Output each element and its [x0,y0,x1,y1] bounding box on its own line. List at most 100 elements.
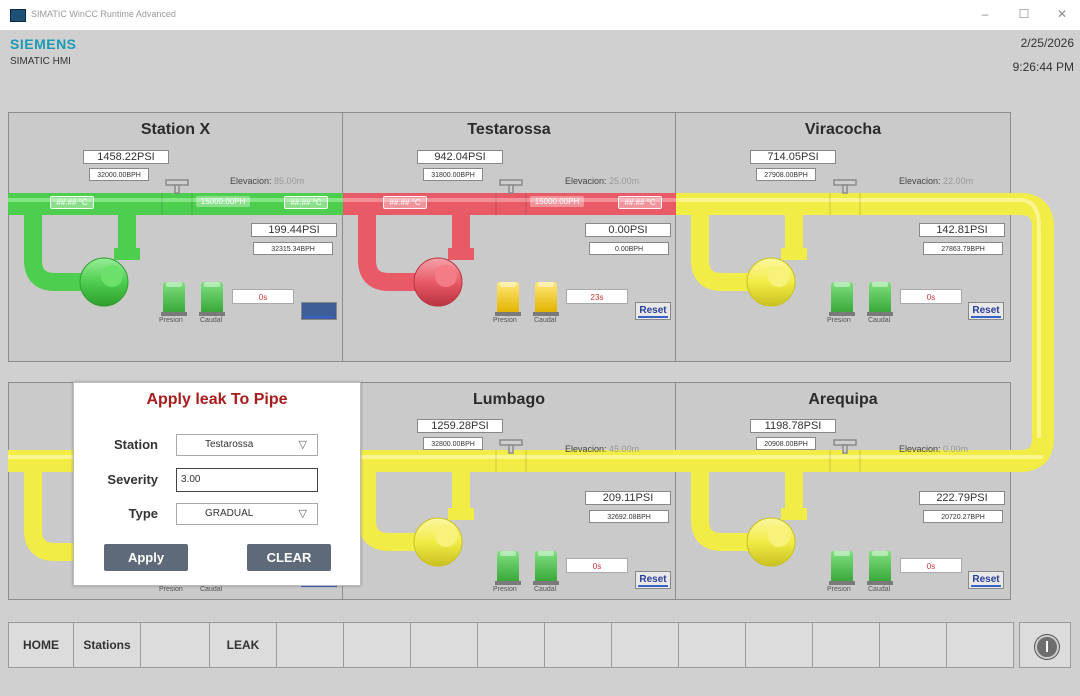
apply-leak-dialog: Apply leak To Pipe Station Testarossa ▽ … [73,382,361,586]
pressure-in-readout: 714.05PSI [750,150,836,164]
window-title: SIMATIC WinCC Runtime Advanced [31,9,176,19]
reset-button[interactable]: Reset [635,302,671,320]
elevation-readout: Elevacion: 22.00m [899,176,974,186]
pressure-in-readout: 1259.28PSI [417,419,503,433]
elevation-readout: Elevacion: 25.00m [565,176,640,186]
nav-leak-button[interactable]: LEAK [209,622,277,668]
reset-button[interactable]: Reset [968,571,1004,589]
power-button[interactable] [1019,622,1071,668]
flow-lamp-label: Caudal [200,317,223,324]
nav-empty-button[interactable] [410,622,478,668]
nav-empty-button[interactable] [946,622,1014,668]
nav-empty-button[interactable] [678,622,746,668]
chevron-down-icon: ▽ [298,439,307,451]
reset-button[interactable] [301,302,337,320]
station-select-value: Testarossa [205,439,254,450]
flow-lamp [199,282,225,316]
station-label: Station [113,437,158,452]
pressure-out-readout: 0.00PSI [585,223,671,237]
nav-empty-button[interactable] [544,622,612,668]
pressure-out-readout: 199.44PSI [251,223,337,237]
clear-button[interactable]: CLEAR [247,544,331,571]
flow-out-readout: 27863.79BPH [923,242,1003,255]
flow-out-readout: 32315.34BPH [253,242,333,255]
pressure-lamp [495,551,521,585]
flow-lamp-label: Caudal [200,586,223,593]
flow-lamp [867,551,893,585]
nav-home-button[interactable]: HOME [8,622,74,668]
type-select[interactable]: GRADUAL ▽ [176,503,318,525]
dialog-title: Apply leak To Pipe [146,391,288,408]
flow-pill: 15000.00PH [530,196,584,207]
flow-in-readout: 32800.00BPH [423,437,483,450]
leak-timer-field: 23s [566,289,628,304]
power-icon [1035,635,1059,659]
pressure-in-readout: 942.04PSI [417,150,503,164]
temperature-pill: ##.## °C [50,196,94,209]
pressure-in-readout: 1458.22PSI [83,150,169,164]
pressure-lamp-label: Presion [159,586,183,593]
pressure-out-readout: 209.11PSI [585,491,671,505]
reset-button[interactable]: Reset [635,571,671,589]
flow-lamp-label: Caudal [868,586,891,593]
flow-lamp [867,282,893,316]
leak-timer-field: 0s [232,289,294,304]
flow-out-readout: 32692.08BPH [589,510,669,523]
pressure-in-readout: 1198.78PSI [750,419,836,433]
minimize-button[interactable]: – [976,6,994,22]
flow-in-readout: 20908.00BPH [756,437,816,450]
flow-lamp [533,551,559,585]
nav-empty-button[interactable] [879,622,947,668]
nav-empty-button[interactable] [745,622,813,668]
flow-lamp-label: Caudal [868,317,891,324]
elevation-readout: Elevacion: 45.00m [565,444,640,454]
pressure-lamp-label: Presion [827,317,851,324]
close-button[interactable]: ✕ [1053,6,1071,22]
type-label: Type [128,506,158,521]
flow-pill: 15000.00PH [196,196,250,207]
elevation-readout: Elevacion: 85.00m [230,176,305,186]
station-select[interactable]: Testarossa ▽ [176,434,318,456]
hmi-screen: SIEMENS SIMATIC HMI 2/25/2026 9:26:44 PM… [0,30,1080,696]
leak-timer-field: 0s [900,289,962,304]
window-titlebar: SIMATIC WinCC Runtime Advanced – ☐ ✕ [0,0,1080,30]
flow-out-readout: 0.00BPH [589,242,669,255]
flow-lamp-label: Caudal [534,317,557,324]
nav-empty-button[interactable] [812,622,880,668]
pressure-lamp [161,282,187,316]
flow-in-readout: 27908.00BPH [756,168,816,181]
navigation-bar: HOME Stations LEAK [0,622,1080,696]
flow-lamp [533,282,559,316]
pressure-lamp-label: Presion [827,586,851,593]
flow-in-readout: 31800.00BPH [423,168,483,181]
flow-out-readout: 20720.27BPH [923,510,1003,523]
leak-timer-field: 0s [900,558,962,573]
type-select-value: GRADUAL [205,508,254,519]
pressure-lamp-label: Presion [159,317,183,324]
leak-timer-field: 0s [566,558,628,573]
apply-button[interactable]: Apply [104,544,188,571]
chevron-down-icon: ▽ [298,508,307,520]
nav-empty-button[interactable] [276,622,344,668]
severity-input[interactable]: 3.00 [176,468,318,492]
reset-button[interactable]: Reset [968,302,1004,320]
nav-empty-button[interactable] [477,622,545,668]
temperature-pill: ##.## °C [383,196,427,209]
app-icon [10,9,26,22]
temperature-pill: ##.## °C [618,196,662,209]
nav-empty-button[interactable] [611,622,679,668]
flow-lamp-label: Caudal [534,586,557,593]
flow-in-readout: 32000.00BPH [89,168,149,181]
pressure-lamp-label: Presion [493,317,517,324]
pressure-lamp-label: Presion [493,586,517,593]
maximize-button[interactable]: ☐ [1015,6,1033,22]
nav-stations-button[interactable]: Stations [73,622,141,668]
severity-label: Severity [107,472,158,487]
pressure-out-readout: 142.81PSI [919,223,1005,237]
nav-empty-button[interactable] [343,622,411,668]
elevation-readout: Elevacion: 0.00m [899,444,969,454]
nav-empty-button[interactable] [140,622,210,668]
pressure-out-readout: 222.79PSI [919,491,1005,505]
pressure-lamp [829,551,855,585]
pressure-lamp [829,282,855,316]
